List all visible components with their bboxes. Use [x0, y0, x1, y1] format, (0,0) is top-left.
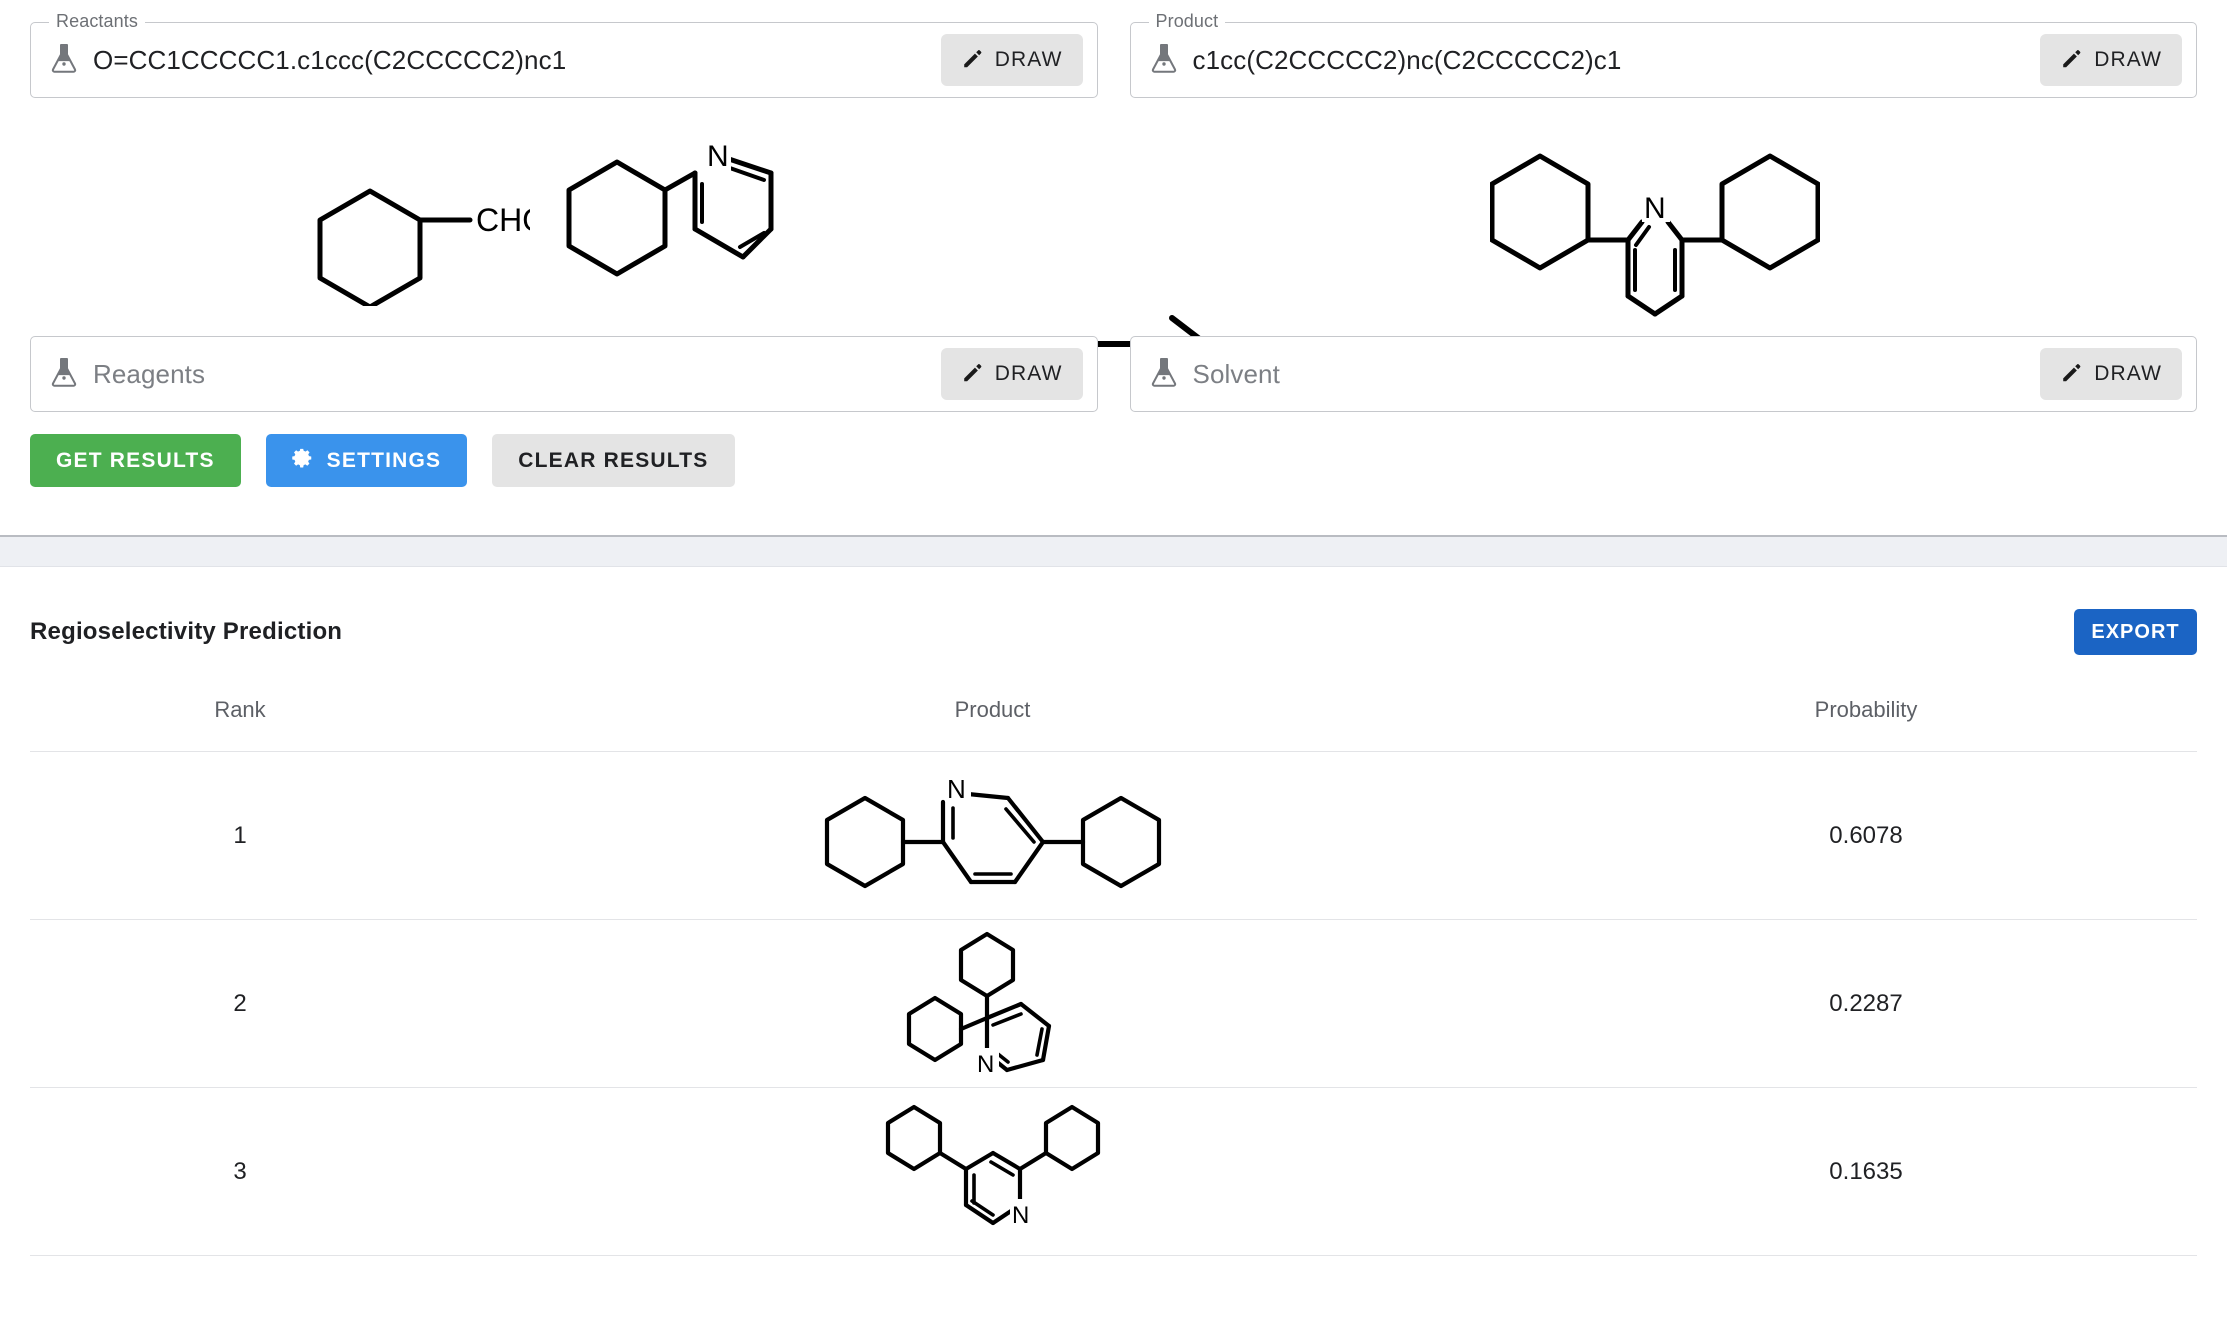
reagents-input[interactable]: Reagents: [93, 359, 941, 390]
product-legend: Product: [1148, 12, 1226, 30]
row-probability: 0.2287: [1535, 919, 2197, 1088]
row-atom-label: N: [977, 1051, 994, 1078]
results-section: Regioselectivity Prediction EXPORT Rank …: [0, 567, 2227, 1256]
row-product-structure: N: [450, 919, 1535, 1088]
product-n-label: N: [1644, 192, 1666, 225]
pencil-icon: [961, 362, 983, 387]
structure-2-3-dicyclohexylpyridine: N: [906, 931, 1051, 1078]
get-results-button[interactable]: GET RESULTS: [30, 434, 241, 487]
structure-2-5-dicyclohexylpyridine: N: [824, 775, 1161, 888]
solvent-field[interactable]: Solvent DRAW: [1129, 336, 2197, 412]
flask-icon: [1151, 43, 1177, 78]
row-product-structure: N: [450, 1087, 1535, 1256]
product-input[interactable]: c1cc(C2CCCCC2)nc(C2CCCCC2)c1: [1193, 45, 2041, 76]
row-probability: 0.6078: [1535, 751, 2197, 920]
reaction-scheme: CHO N: [0, 106, 2227, 373]
results-title: Regioselectivity Prediction: [30, 618, 343, 645]
table-row[interactable]: 2 N 0.2287: [30, 919, 2197, 1088]
row-probability: 0.1635: [1535, 1087, 2197, 1256]
settings-button[interactable]: SETTINGS: [265, 434, 468, 487]
column-header-product: Product: [450, 697, 1535, 752]
reagents-draw-button[interactable]: DRAW: [940, 348, 1083, 400]
action-button-row: GET RESULTS SETTINGS CLEAR RESULTS: [0, 434, 2227, 487]
section-divider: [0, 535, 2227, 567]
flask-icon: [1151, 357, 1177, 392]
reagents-draw-label: DRAW: [994, 362, 1063, 385]
pencil-icon: [961, 48, 983, 73]
reactants-field[interactable]: Reactants O=CC1CCCCC1.c1ccc(C2CCCCC2)nc1…: [30, 12, 1098, 98]
row-product-structure: N: [450, 751, 1535, 920]
reactant-1-structure: CHO: [317, 188, 530, 306]
flask-icon: [51, 357, 77, 392]
pencil-icon: [2060, 362, 2082, 387]
top-field-row: Reactants O=CC1CCCCC1.c1ccc(C2CCCCC2)nc1…: [0, 12, 2227, 98]
settings-label: SETTINGS: [326, 448, 442, 472]
reactants-input[interactable]: O=CC1CCCCC1.c1ccc(C2CCCCC2)nc1: [93, 45, 941, 76]
reactants-draw-button[interactable]: DRAW: [940, 34, 1083, 86]
column-header-rank: Rank: [30, 697, 450, 752]
flask-icon: [51, 43, 77, 78]
reactant-2-n-label: N: [707, 140, 729, 173]
structure-2-4-dicyclohexylpyridine: N: [885, 1104, 1100, 1229]
row-rank: 3: [30, 1087, 450, 1256]
export-button[interactable]: EXPORT: [2074, 609, 2197, 655]
row-atom-label: N: [1012, 1202, 1029, 1229]
solvent-input[interactable]: Solvent: [1193, 359, 2041, 390]
results-table: Rank Product Probability 1 N 0.6078 2 N …: [30, 697, 2197, 1256]
row-rank: 1: [30, 751, 450, 920]
row-rank: 2: [30, 919, 450, 1088]
reactants-draw-label: DRAW: [994, 48, 1063, 71]
row-atom-label: N: [947, 776, 966, 804]
reactants-legend: Reactants: [49, 12, 145, 30]
product-field[interactable]: Product c1cc(C2CCCCC2)nc(C2CCCCC2)c1 DRA…: [1129, 12, 2197, 98]
reactant-1-cho-label: CHO: [476, 202, 530, 238]
solvent-draw-button[interactable]: DRAW: [2040, 348, 2182, 400]
solvent-draw-label: DRAW: [2094, 362, 2162, 385]
pencil-icon: [2060, 48, 2082, 73]
reagents-field[interactable]: Reagents DRAW: [30, 336, 1098, 412]
results-header: Regioselectivity Prediction EXPORT: [30, 567, 2197, 697]
reactant-2-structure: N: [566, 140, 774, 277]
table-row[interactable]: 3 N 0.1635: [30, 1087, 2197, 1256]
reaction-form: Reactants O=CC1CCCCC1.c1ccc(C2CCCCC2)nc1…: [0, 12, 2227, 487]
clear-results-button[interactable]: CLEAR RESULTS: [492, 434, 735, 487]
results-table-header-row: Rank Product Probability: [30, 697, 2197, 752]
clear-results-label: CLEAR RESULTS: [518, 448, 709, 472]
product-draw-button[interactable]: DRAW: [2040, 34, 2182, 86]
gear-icon: [291, 447, 314, 475]
column-header-probability: Probability: [1535, 697, 2197, 752]
product-draw-label: DRAW: [2094, 48, 2162, 71]
get-results-label: GET RESULTS: [56, 448, 215, 472]
product-structure: N: [1490, 153, 1820, 317]
table-row[interactable]: 1 N 0.6078: [30, 751, 2197, 920]
